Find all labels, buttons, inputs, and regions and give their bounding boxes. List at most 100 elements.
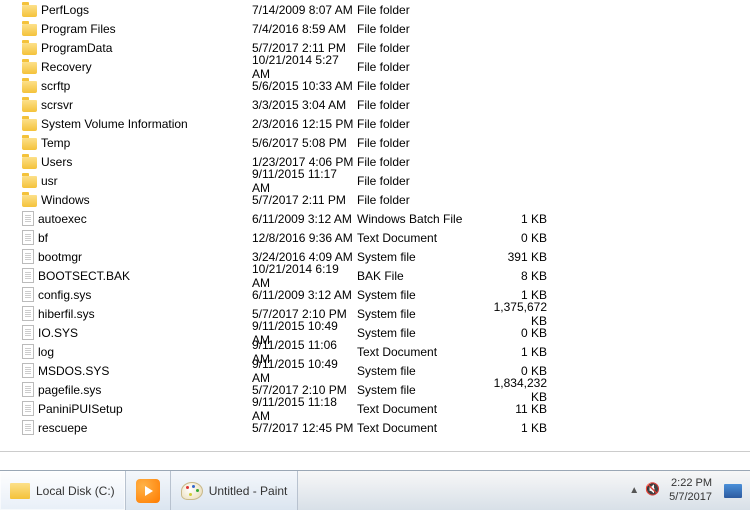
file-row[interactable]: Windows 5/7/2017 2:11 PMFile folder: [12, 190, 750, 209]
file-type: Text Document: [357, 402, 477, 416]
file-row[interactable]: PerfLogs7/14/2009 8:07 AMFile folder: [12, 0, 750, 19]
file-type: System file: [357, 364, 477, 378]
file-type: BAK File: [357, 269, 477, 283]
file-name: scrsvr: [41, 98, 73, 112]
file-row[interactable]: scrftp5/6/2015 10:33 AMFile folder: [12, 76, 750, 95]
file-list: PerfLogs7/14/2009 8:07 AMFile folderProg…: [0, 0, 750, 450]
file-name: System Volume Information: [41, 117, 188, 131]
file-row[interactable]: hiberfil.sys5/7/2017 2:10 PMSystem file1…: [12, 304, 750, 323]
file-name: log: [38, 345, 54, 359]
file-name: ProgramData: [41, 41, 112, 55]
file-icon: [22, 363, 34, 378]
file-name: BOOTSECT.BAK: [38, 269, 130, 283]
media-player-icon: [136, 479, 160, 503]
file-name: scrftp: [41, 79, 70, 93]
folder-icon: [22, 62, 37, 74]
file-date: 5/6/2017 5:08 PM: [252, 136, 357, 150]
taskbar-item-explorer[interactable]: Local Disk (C:): [0, 471, 126, 510]
folder-icon: [22, 5, 37, 17]
file-icon: [22, 401, 34, 416]
folder-icon: [22, 100, 37, 112]
file-row[interactable]: IO.SYS9/11/2015 10:49 AMSystem file0 KB: [12, 323, 750, 342]
file-name: PaniniPUISetup: [38, 402, 123, 416]
file-name: Windows: [41, 193, 90, 207]
file-date: 9/11/2015 11:18 AM: [252, 395, 357, 423]
file-name: usr: [41, 174, 58, 188]
folder-icon: [22, 24, 37, 36]
file-type: File folder: [357, 117, 477, 131]
file-row[interactable]: scrsvr3/3/2015 3:04 AMFile folder: [12, 95, 750, 114]
file-name: rescuepe: [38, 421, 87, 435]
show-hidden-icons[interactable]: ▲: [629, 485, 639, 496]
folder-icon: [22, 176, 37, 188]
network-icon[interactable]: [724, 484, 742, 498]
file-row[interactable]: PaniniPUISetup9/11/2015 11:18 AMText Doc…: [12, 399, 750, 418]
file-row[interactable]: BOOTSECT.BAK10/21/2014 6:19 AMBAK File8 …: [12, 266, 750, 285]
file-row[interactable]: Program Files7/4/2016 8:59 AMFile folder: [12, 19, 750, 38]
file-date: 3/3/2015 3:04 AM: [252, 98, 357, 112]
file-row[interactable]: bf12/8/2016 9:36 AMText Document0 KB: [12, 228, 750, 247]
file-row[interactable]: config.sys6/11/2009 3:12 AMSystem file1 …: [12, 285, 750, 304]
file-name: MSDOS.SYS: [38, 364, 109, 378]
file-row[interactable]: MSDOS.SYS9/11/2015 10:49 AMSystem file0 …: [12, 361, 750, 380]
file-date: 7/14/2009 8:07 AM: [252, 3, 357, 17]
file-date: 6/11/2009 3:12 AM: [252, 212, 357, 226]
file-size: 1,375,672 KB: [477, 300, 547, 328]
file-name: Recovery: [41, 60, 92, 74]
file-size: 8 KB: [477, 269, 547, 283]
folder-icon: [22, 81, 37, 93]
file-row[interactable]: rescuepe5/7/2017 12:45 PMText Document1 …: [12, 418, 750, 437]
file-name: bootmgr: [38, 250, 82, 264]
folder-icon: [10, 483, 30, 499]
file-name: Temp: [41, 136, 70, 150]
paint-icon: [181, 482, 203, 500]
taskbar: Local Disk (C:) Untitled - Paint ▲ 2:22 …: [0, 470, 750, 510]
taskbar-label: Local Disk (C:): [36, 484, 115, 498]
file-row[interactable]: pagefile.sys5/7/2017 2:10 PMSystem file1…: [12, 380, 750, 399]
file-row[interactable]: ProgramData5/7/2017 2:11 PMFile folder: [12, 38, 750, 57]
file-name: autoexec: [38, 212, 87, 226]
file-row[interactable]: Users1/23/2017 4:06 PMFile folder: [12, 152, 750, 171]
separator: [0, 451, 750, 452]
volume-muted-icon[interactable]: [647, 484, 661, 498]
file-icon: [22, 325, 34, 340]
file-type: System file: [357, 250, 477, 264]
file-icon: [22, 230, 34, 245]
taskbar-item-paint[interactable]: Untitled - Paint: [171, 471, 299, 510]
folder-icon: [22, 157, 37, 169]
file-size: 1,834,232 KB: [477, 376, 547, 404]
file-row[interactable]: System Volume Information2/3/2016 12:15 …: [12, 114, 750, 133]
file-size: 0 KB: [477, 326, 547, 340]
file-row[interactable]: bootmgr3/24/2016 4:09 AMSystem file391 K…: [12, 247, 750, 266]
file-icon: [22, 287, 34, 302]
file-date: 6/11/2009 3:12 AM: [252, 288, 357, 302]
file-size: 1 KB: [477, 212, 547, 226]
file-icon: [22, 306, 34, 321]
file-name: pagefile.sys: [38, 383, 101, 397]
file-row[interactable]: usr9/11/2015 11:17 AMFile folder: [12, 171, 750, 190]
file-size: 11 KB: [477, 402, 547, 416]
file-type: System file: [357, 288, 477, 302]
clock[interactable]: 2:22 PM 5/7/2017: [669, 477, 716, 503]
file-name: IO.SYS: [38, 326, 78, 340]
file-icon: [22, 211, 34, 226]
file-icon: [22, 268, 34, 283]
file-row[interactable]: log9/11/2015 11:06 AMText Document1 KB: [12, 342, 750, 361]
file-row[interactable]: autoexec6/11/2009 3:12 AMWindows Batch F…: [12, 209, 750, 228]
file-date: 5/7/2017 2:11 PM: [252, 193, 357, 207]
file-size: 391 KB: [477, 250, 547, 264]
file-size: 0 KB: [477, 231, 547, 245]
file-row[interactable]: Recovery10/21/2014 5:27 AMFile folder: [12, 57, 750, 76]
file-type: Text Document: [357, 421, 477, 435]
file-type: File folder: [357, 3, 477, 17]
folder-icon: [22, 138, 37, 150]
file-type: Text Document: [357, 231, 477, 245]
file-size: 1 KB: [477, 421, 547, 435]
file-type: System file: [357, 383, 477, 397]
file-row[interactable]: Temp5/6/2017 5:08 PMFile folder: [12, 133, 750, 152]
clock-time: 2:22 PM: [669, 477, 712, 490]
file-date: 5/6/2015 10:33 AM: [252, 79, 357, 93]
file-type: File folder: [357, 193, 477, 207]
taskbar-item-media-player[interactable]: [126, 471, 171, 510]
taskbar-label: Untitled - Paint: [209, 484, 288, 498]
